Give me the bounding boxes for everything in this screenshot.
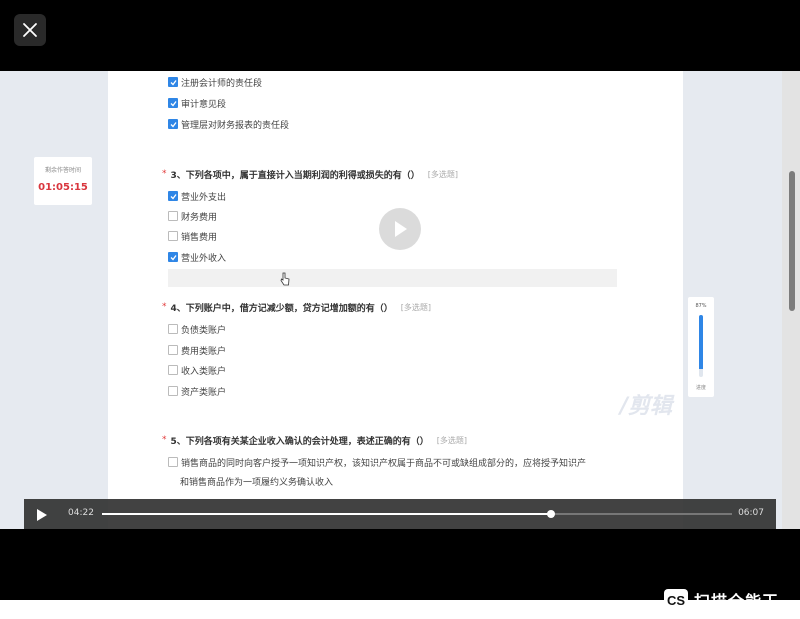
option-label: 管理层对财务报表的责任段: [181, 120, 290, 131]
option-label: 销售费用: [181, 232, 218, 243]
option-item[interactable]: 营业外收入: [168, 250, 226, 264]
question-text: 3、下列各项中，属于直接计入当期利润的利得或损失的有（）: [170, 170, 420, 181]
seek-progress: [102, 513, 552, 515]
checkbox[interactable]: [168, 252, 178, 262]
option-label: 负债类账户: [181, 325, 227, 336]
option-item[interactable]: 负债类账户: [168, 322, 226, 336]
timer-label: 剩余作答时间: [44, 167, 81, 174]
hand-cursor-icon: [280, 272, 290, 286]
checkbox[interactable]: [168, 231, 178, 241]
option-label: 财务费用: [181, 212, 218, 223]
play-pause-button[interactable]: [36, 507, 50, 521]
option-label: 审计意见段: [181, 99, 227, 110]
check-icon: [170, 100, 177, 106]
checkbox[interactable]: [168, 77, 178, 87]
center-play-button[interactable]: [379, 208, 421, 250]
required-mark: *: [162, 435, 167, 445]
option-label: 营业外支出: [181, 192, 227, 203]
checkbox[interactable]: [168, 191, 178, 201]
option-label: 营业外收入: [181, 253, 227, 264]
question-type-tag: [多选题]: [436, 435, 468, 445]
option-item[interactable]: 财务费用: [168, 209, 217, 223]
progress-percent: 87%: [695, 303, 707, 309]
option-label: 资产类账户: [181, 387, 227, 398]
option-item[interactable]: 费用类账户: [168, 343, 226, 357]
progress-card: 87% 进度: [688, 297, 714, 397]
close-button[interactable]: [14, 14, 46, 46]
checkbox[interactable]: [168, 386, 178, 396]
play-icon: [37, 509, 47, 521]
current-time: 04:22: [68, 508, 94, 518]
camscanner-logo: CS 扫描全能王: [664, 588, 779, 612]
option-item[interactable]: 销售商品的同时向客户授予一项知识产权，该知识产权属于商品不可或缺组成部分的，应将…: [168, 455, 614, 469]
question-title: * 4、下列账户中，借方记减少额，贷方记增加额的有（） [多选题]: [162, 300, 431, 314]
checkbox[interactable]: [168, 457, 178, 467]
option-label: 收入类账户: [181, 366, 227, 377]
option-item[interactable]: 资产类账户: [168, 384, 226, 398]
question-text: 4、下列账户中，借方记减少额，贷方记增加额的有（）: [170, 303, 393, 314]
scrollbar[interactable]: [782, 71, 800, 529]
video-control-bar: 04:22 06:07: [24, 499, 776, 529]
progress-track: [699, 315, 703, 377]
check-icon: [170, 254, 177, 260]
option-item[interactable]: 管理层对财务报表的责任段: [168, 117, 289, 131]
editor-watermark: /剪辑: [620, 394, 673, 419]
scrollbar-thumb[interactable]: [789, 171, 795, 311]
question-type-tag: [多选题]: [427, 169, 459, 179]
option-label: 销售商品的同时向客户授予一项知识产权，该知识产权属于商品不可或缺组成部分的，应将…: [181, 458, 587, 469]
checkbox[interactable]: [168, 324, 178, 334]
check-icon: [170, 193, 177, 199]
progress-fill: [699, 315, 703, 369]
option-item[interactable]: 审计意见段: [168, 96, 226, 110]
checkbox[interactable]: [168, 211, 178, 221]
option-label: 费用类账户: [181, 346, 227, 357]
checkbox[interactable]: [168, 119, 178, 129]
timer-value: 01:05:15: [38, 182, 88, 193]
checkbox[interactable]: [168, 345, 178, 355]
hover-highlight: [168, 269, 617, 287]
logo-badge: CS: [664, 589, 688, 611]
check-icon: [170, 79, 177, 85]
option-item[interactable]: 营业外支出: [168, 189, 226, 203]
option-label: 注册会计师的责任段: [181, 78, 263, 89]
question-type-tag: [多选题]: [400, 302, 432, 312]
required-mark: *: [162, 169, 167, 179]
required-mark: *: [162, 302, 167, 312]
seek-handle[interactable]: [547, 510, 556, 518]
timer-card: 剩余作答时间 01:05:15: [34, 157, 92, 205]
total-time: 06:07: [738, 508, 764, 518]
option-item[interactable]: 注册会计师的责任段: [168, 75, 262, 89]
question-text: 5、下列各项有关某企业收入确认的会计处理，表述正确的有（）: [170, 436, 429, 447]
play-icon: [395, 221, 407, 237]
option-item[interactable]: 收入类账户: [168, 363, 226, 377]
question-title: * 3、下列各项中，属于直接计入当期利润的利得或损失的有（） [多选题]: [162, 167, 458, 181]
left-panel: 剩余作答时间 01:05:15: [0, 71, 108, 529]
checkbox[interactable]: [168, 98, 178, 108]
close-icon: [23, 23, 37, 37]
checkbox[interactable]: [168, 365, 178, 375]
option-item[interactable]: 销售费用: [168, 229, 217, 243]
seek-bar[interactable]: [102, 510, 732, 518]
option-label-continued: 和销售商品作为一项履约义务确认收入: [180, 477, 334, 488]
check-icon: [170, 121, 177, 127]
logo-text: 扫描全能王: [694, 592, 780, 611]
question-title: * 5、下列各项有关某企业收入确认的会计处理，表述正确的有（） [多选题]: [162, 433, 467, 447]
